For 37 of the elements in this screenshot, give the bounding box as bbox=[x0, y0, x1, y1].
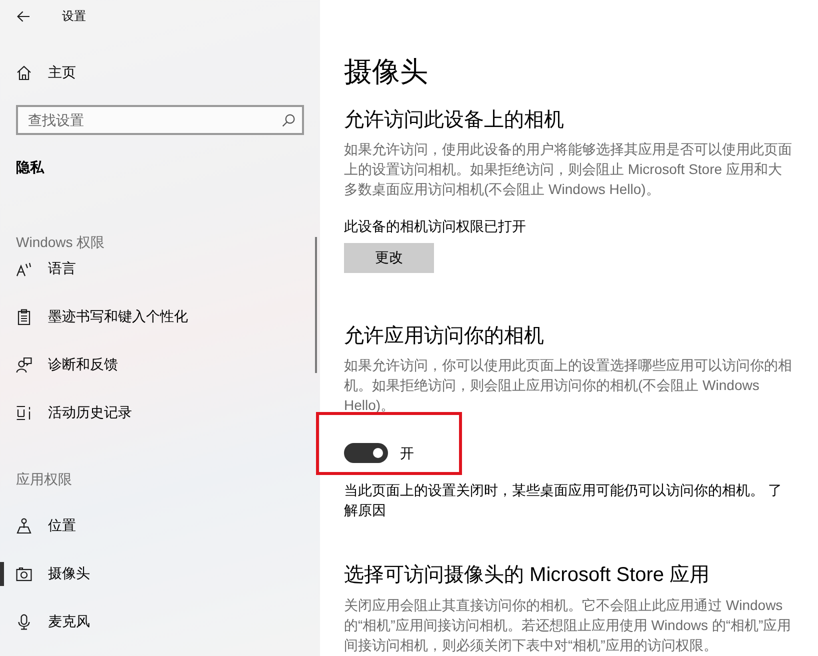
home-link[interactable]: 主页 bbox=[0, 56, 312, 90]
page-title: 摄像头 bbox=[344, 55, 428, 89]
back-icon bbox=[17, 10, 30, 22]
note-text: 当此页面上的设置关闭时，某些桌面应用可能仍可以访问你的相机。 了解原因 bbox=[344, 481, 783, 520]
sidebar-item[interactable]: 活动历史记录 bbox=[0, 396, 312, 430]
sidebar-item[interactable]: 诊断和反馈 bbox=[0, 348, 312, 382]
description-text: 如果允许访问，使用此设备的用户将能够选择其应用是否可以使用此页面上的设置访问相机。如果拒绝访问，则会阻止 Microsoft Store 应用和大多数桌面应用访问相机(不会阻止 Windows Hello)。 bbox=[344, 140, 793, 199]
search-icon bbox=[282, 114, 295, 127]
sidebar-item[interactable]: 摄像头 bbox=[0, 557, 312, 591]
section-heading: 允许应用访问你的相机 bbox=[344, 324, 544, 349]
group-heading: Windows 权限 bbox=[16, 235, 105, 249]
back-button[interactable] bbox=[17, 10, 30, 22]
home-icon bbox=[16, 65, 32, 81]
section-heading: 允许访问此设备上的相机 bbox=[344, 108, 564, 133]
pin-icon bbox=[16, 518, 32, 534]
timeline-icon bbox=[16, 405, 32, 421]
sidebar-item[interactable]: 麦克风 bbox=[0, 605, 312, 639]
microphone-icon bbox=[16, 614, 32, 630]
search-field[interactable]: 查找设置 bbox=[16, 105, 304, 135]
description-text: 关闭应用会阻止其直接访问你的相机。它不会阻止此应用通过 Windows 的“相机”应用间接访问相机。若还想阻止应用使用 Windows 的“相机”应用间接访问相机，则必须关闭下表中对“相机”应用的访问权限。 bbox=[344, 596, 792, 655]
change-button[interactable]: 更改 bbox=[344, 243, 434, 273]
clipboard-icon bbox=[16, 309, 32, 325]
sidebar-item[interactable]: 位置 bbox=[0, 509, 312, 543]
toggle-label: 开 bbox=[400, 444, 414, 463]
section-heading: 选择可访问摄像头的 Microsoft Store 应用 bbox=[344, 563, 710, 588]
person-speech-icon bbox=[16, 357, 32, 373]
toggle-switch[interactable] bbox=[344, 443, 388, 463]
scrollbar-thumb[interactable] bbox=[315, 237, 317, 373]
description-text: 如果允许访问，你可以使用此页面上的设置选择哪些应用可以访问你的相机。如果拒绝访问，则会阻止应用访问你的相机(不会阻止 Windows Hello)。 bbox=[344, 356, 793, 415]
sidebar-item[interactable]: 墨迹书写和键入个性化 bbox=[0, 300, 312, 334]
camera-icon bbox=[16, 566, 32, 582]
group-heading: 应用权限 bbox=[16, 472, 72, 486]
status-text: 此设备的相机访问权限已打开 bbox=[344, 217, 526, 236]
window-title: 设置 bbox=[62, 8, 86, 24]
sidebar-item[interactable]: 语言 bbox=[0, 252, 312, 286]
category-title: 隐私 bbox=[16, 158, 44, 177]
language-icon bbox=[16, 261, 32, 277]
